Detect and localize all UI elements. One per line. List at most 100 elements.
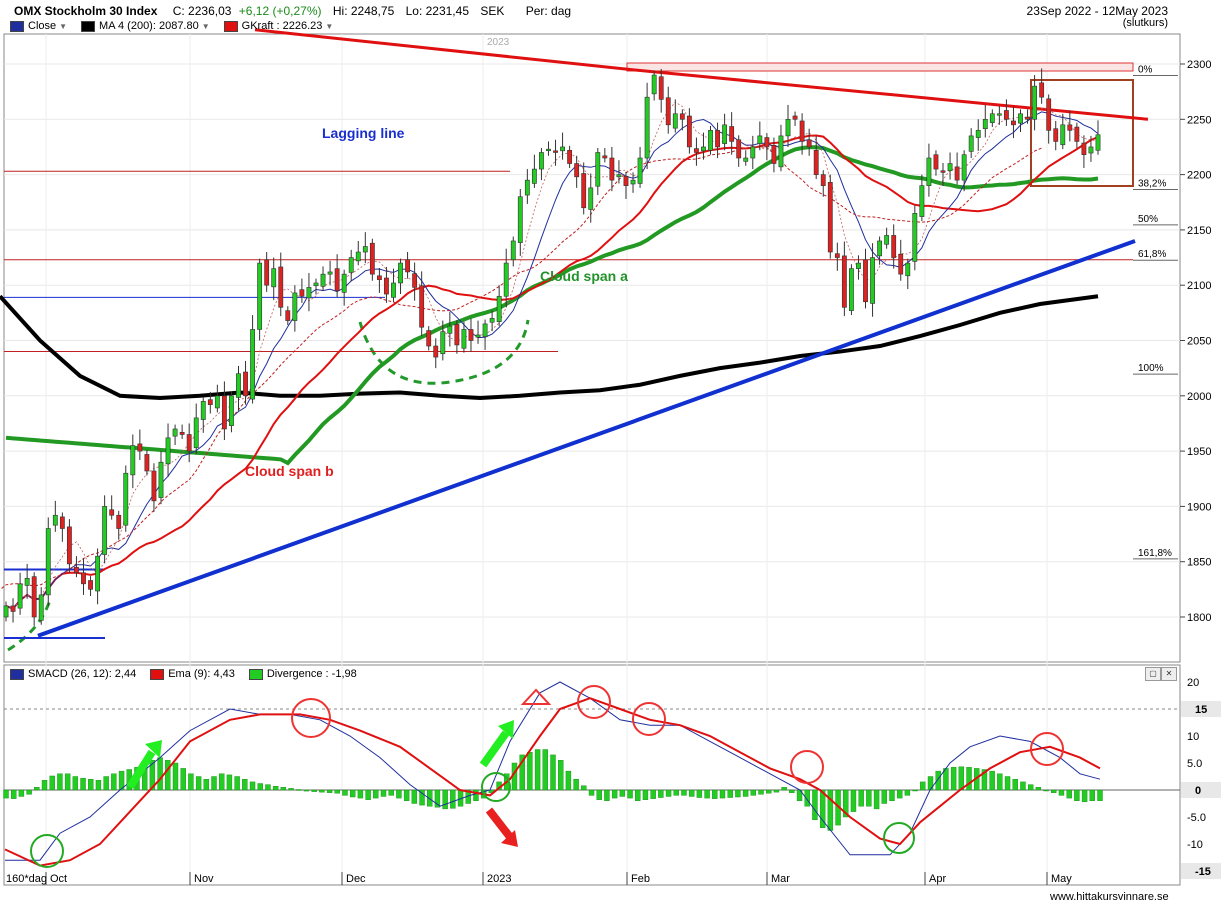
legend-item-ma200[interactable]: MA 4 (200): 2087.80 ▼: [81, 20, 210, 32]
candle-body: [214, 395, 220, 409]
candle-body: [299, 289, 305, 297]
dropdown-icon[interactable]: ▼: [325, 22, 333, 31]
divergence-bar: [296, 789, 302, 791]
divergence-bar: [203, 779, 210, 791]
divergence-bar: [850, 789, 857, 812]
divergence-bar: [365, 789, 371, 800]
candle-body: [45, 528, 51, 596]
y-tick-label: 2150: [1187, 225, 1211, 237]
candle-body: [961, 154, 967, 181]
candle-body: [440, 331, 446, 355]
divergence-bar: [789, 789, 795, 793]
legend-label: Divergence : -1,98: [266, 668, 357, 680]
candle-body: [1025, 116, 1030, 120]
candle-body: [229, 395, 234, 426]
candle-body: [243, 371, 248, 397]
divergence-bar: [342, 789, 348, 796]
divergence-bar: [773, 789, 780, 793]
candle-body: [165, 437, 171, 465]
year-label: 2023: [487, 37, 510, 48]
candle-body: [637, 157, 643, 184]
divergence-bar: [249, 781, 256, 791]
divergence-bar: [95, 780, 102, 791]
swatch: [248, 668, 263, 680]
resistance-box: [626, 62, 1134, 72]
swatch: [10, 668, 24, 680]
candle-body: [947, 163, 953, 172]
candle-body: [102, 506, 108, 555]
panel-restore-button[interactable]: ▢: [1145, 667, 1161, 681]
swatch: [223, 20, 238, 32]
candle-body: [489, 318, 495, 323]
candle-body: [384, 277, 389, 295]
dropdown-icon[interactable]: ▼: [59, 22, 67, 31]
candle-body: [1088, 146, 1094, 154]
candle-body: [1081, 142, 1087, 155]
y-tick-label: 20: [1187, 677, 1199, 689]
fib-level-label: 50%: [1138, 214, 1158, 225]
candle-body: [1003, 110, 1009, 120]
candle-body: [95, 555, 101, 592]
y-tick-label: 1900: [1187, 501, 1211, 513]
divergence-bar: [966, 767, 972, 791]
candle-body: [891, 235, 897, 258]
panel-close-button[interactable]: ✕: [1161, 667, 1177, 681]
y-tick-label: -15: [1195, 866, 1211, 878]
candle-body: [968, 135, 974, 152]
divergence-bar: [858, 789, 864, 807]
candle-body: [820, 174, 826, 186]
legend-item-gkraft[interactable]: GKraft : 2226.23 ▼: [223, 20, 333, 32]
y-tick-label: 0: [1195, 785, 1201, 797]
candle-body: [52, 514, 58, 526]
candle-body: [74, 566, 79, 574]
divergence-bar: [581, 785, 587, 791]
divergence-bar: [257, 783, 263, 791]
dropdown-icon[interactable]: ▼: [202, 22, 210, 31]
divergence-bar: [64, 773, 71, 791]
candle-body: [1060, 124, 1066, 146]
legend-item-ema[interactable]: Ema (9): 4,43: [150, 668, 235, 680]
chart-canvas: 2023 0%38,2%50%61,8%100%161,8% Lagging l…: [0, 28, 1221, 902]
candle-body: [679, 113, 685, 120]
divergence-bar: [881, 789, 887, 804]
candle-body: [341, 273, 347, 293]
x-tick-label: 2023: [487, 873, 511, 885]
candle-body: [179, 431, 185, 435]
candle-body: [778, 135, 784, 168]
divergence-bar: [11, 789, 17, 799]
candle-body: [1011, 120, 1016, 126]
candle-body: [1053, 128, 1059, 142]
legend-item-close[interactable]: Close ▼: [10, 20, 67, 32]
divergence-bar: [319, 789, 325, 793]
candle-body: [553, 150, 558, 153]
divergence-bar: [303, 789, 310, 792]
divergence-bar: [527, 752, 533, 791]
divergence-bar: [242, 779, 248, 791]
candle-body: [792, 115, 798, 120]
candle-body: [355, 251, 361, 262]
close-value: C: 2236,03: [172, 4, 232, 18]
divergence-bar: [1097, 789, 1103, 801]
candle-body: [285, 310, 291, 321]
divergence-bar: [442, 789, 448, 810]
divergence-bar: [688, 789, 695, 797]
divergence-bar: [989, 770, 995, 791]
divergence-bar: [49, 775, 55, 791]
candle-body: [933, 154, 939, 170]
candle-body: [898, 253, 904, 275]
candle-body: [841, 255, 847, 308]
candle-body: [715, 130, 720, 148]
candle-body: [264, 259, 270, 286]
candle-body: [1074, 126, 1080, 142]
x-tick-label: Apr: [929, 873, 946, 885]
divergence-bar: [373, 789, 379, 799]
candle-body: [3, 605, 9, 618]
candle-body: [517, 196, 523, 243]
fib-level-label: 61,8%: [1138, 249, 1166, 260]
candle-body: [116, 514, 122, 529]
candle-body: [123, 472, 129, 526]
candle-body: [546, 148, 551, 151]
legend-item-divergence[interactable]: Divergence : -1,98: [248, 668, 357, 680]
candle-body: [320, 273, 326, 287]
legend-item-smacd[interactable]: SMACD (26, 12): 2,44: [10, 668, 136, 680]
